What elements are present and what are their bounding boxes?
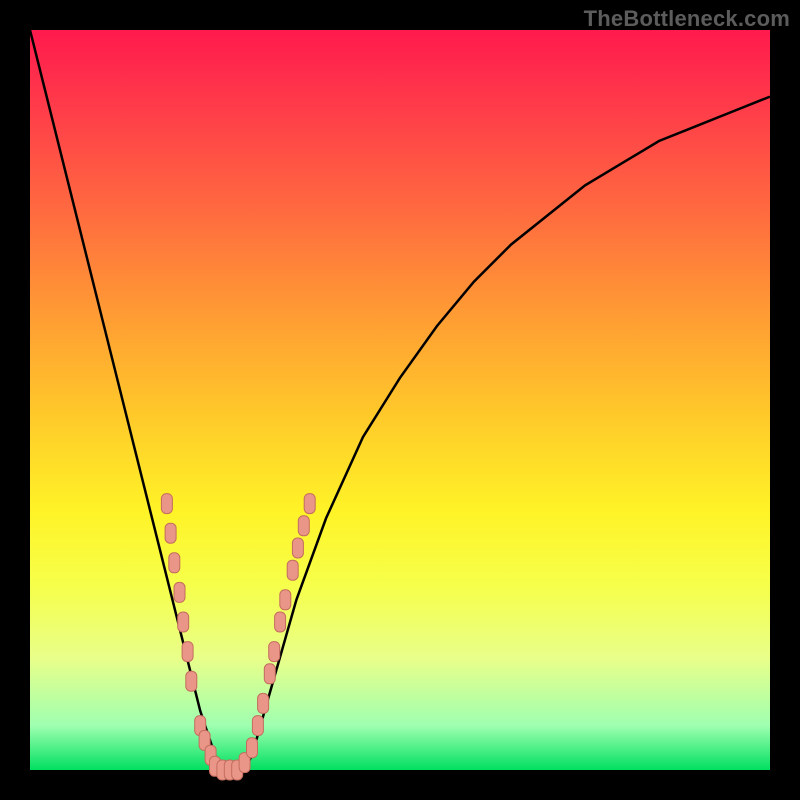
data-marker	[298, 516, 309, 536]
data-marker	[264, 664, 275, 684]
bottleneck-curve	[30, 30, 770, 770]
data-markers	[161, 494, 315, 780]
data-marker	[275, 612, 286, 632]
chart-svg	[30, 30, 770, 770]
watermark-text: TheBottleneck.com	[584, 6, 790, 32]
data-marker	[165, 523, 176, 543]
data-marker	[292, 538, 303, 558]
data-marker	[280, 590, 291, 610]
plot-area	[30, 30, 770, 770]
data-marker	[174, 582, 185, 602]
data-marker	[182, 642, 193, 662]
data-marker	[269, 642, 280, 662]
data-marker	[287, 560, 298, 580]
data-marker	[186, 671, 197, 691]
chart-stage: TheBottleneck.com	[0, 0, 800, 800]
data-marker	[304, 494, 315, 514]
data-marker	[161, 494, 172, 514]
data-marker	[258, 693, 269, 713]
data-marker	[169, 553, 180, 573]
data-marker	[178, 612, 189, 632]
data-marker	[247, 738, 258, 758]
data-marker	[252, 716, 263, 736]
